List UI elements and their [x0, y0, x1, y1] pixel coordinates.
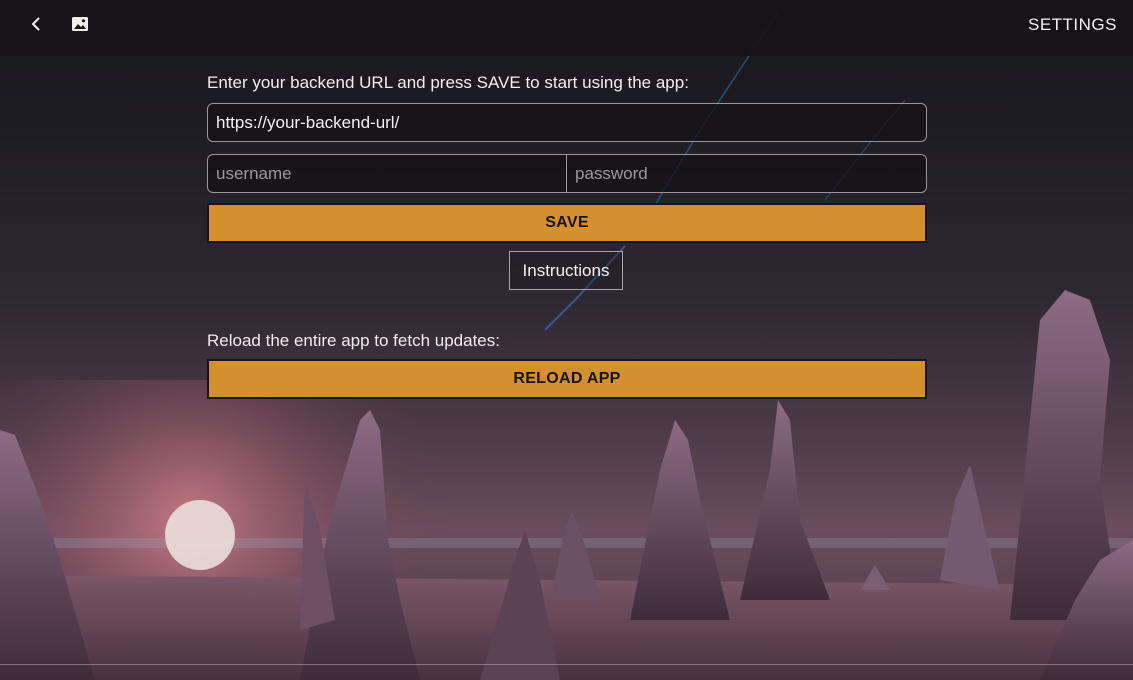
save-button[interactable]: SAVE	[207, 203, 927, 243]
top-app-bar: SETTINGS	[0, 0, 1133, 56]
reload-app-label: Reload the entire app to fetch updates:	[207, 331, 500, 350]
background-landscape	[0, 11, 1133, 680]
reload-app-button[interactable]: RELOAD APP	[207, 359, 927, 399]
backend-url-label: Enter your backend URL and press SAVE to…	[207, 73, 689, 92]
back-button[interactable]	[20, 10, 52, 38]
chevron-left-icon	[32, 17, 40, 31]
background-image-button[interactable]	[64, 10, 96, 38]
page-title: SETTINGS	[1027, 15, 1117, 34]
bottom-divider	[0, 664, 1133, 665]
username-input[interactable]	[207, 154, 567, 193]
instructions-button[interactable]: Instructions	[509, 251, 623, 290]
password-input[interactable]	[566, 154, 927, 193]
image-icon	[72, 17, 88, 31]
backend-url-input[interactable]	[207, 103, 927, 142]
